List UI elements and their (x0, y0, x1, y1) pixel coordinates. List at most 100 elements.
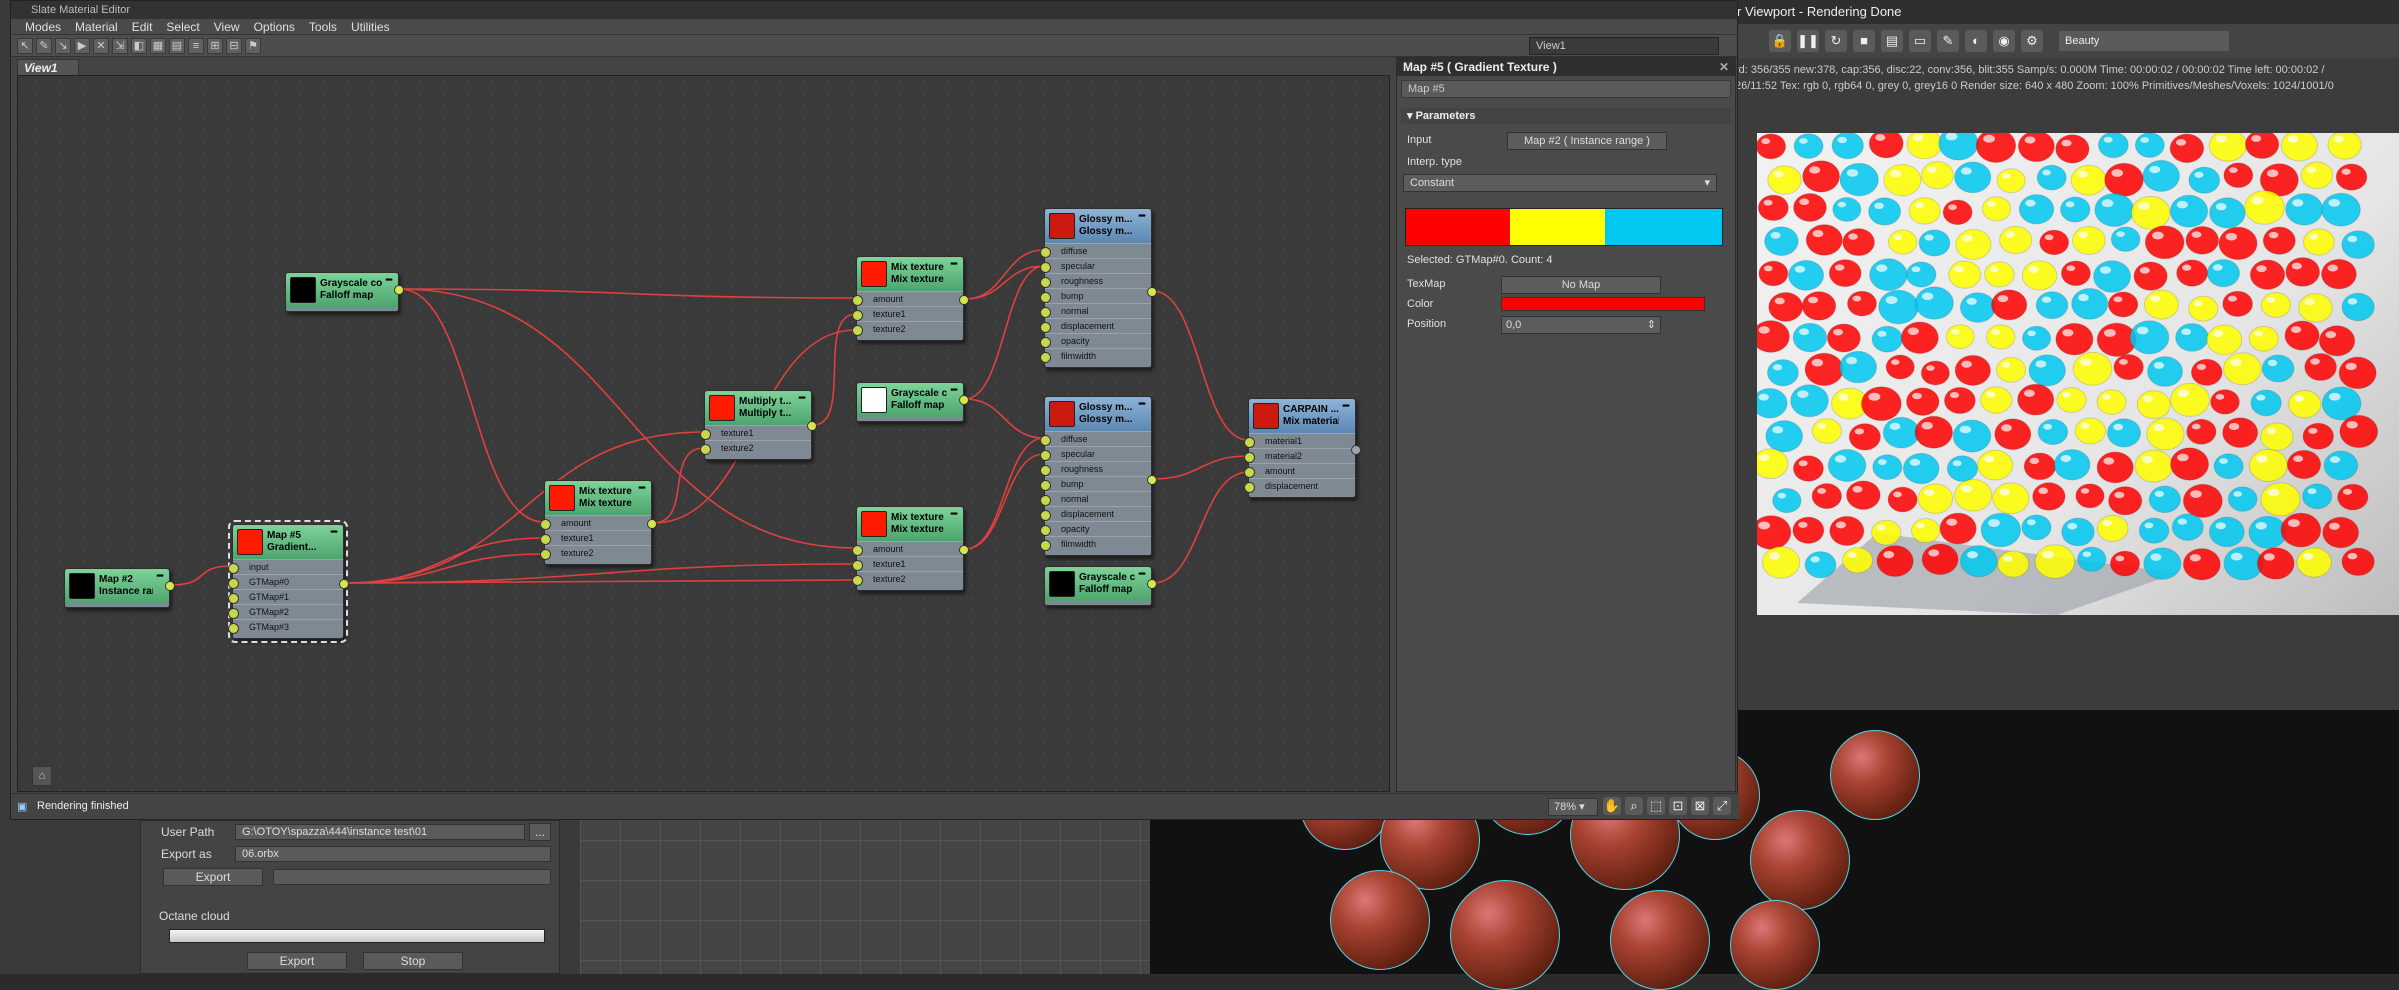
node-map5[interactable]: Map #5 Gradient... ━ input GTMap#0 GTMap#1 GTM… (228, 520, 349, 643)
minimize-icon[interactable]: ━ (157, 571, 163, 583)
pan-icon[interactable]: ✋ (1603, 797, 1621, 815)
node-slot-amount[interactable]: amount (852, 291, 963, 306)
hide-icon[interactable]: ◧ (131, 37, 147, 54)
zoom-region-icon[interactable]: ⬚ (1647, 797, 1665, 815)
minimize-icon[interactable]: ━ (951, 385, 957, 397)
material-map-navigator-icon[interactable]: ⊞ (207, 37, 223, 54)
user-path-field[interactable]: G:\OTOY\spazza\444\instance test\01 (235, 824, 525, 840)
node-slot-texture1[interactable]: texture1 (540, 530, 651, 545)
zoom-extents-icon[interactable]: ⊡ (1669, 797, 1687, 815)
node-falloff3[interactable]: Grayscale co...Falloff map ━ (1044, 566, 1157, 606)
menu-options[interactable]: Options (254, 19, 295, 34)
output-socket[interactable] (394, 285, 404, 295)
maximize-icon[interactable]: ⤢ (1713, 797, 1731, 815)
output-socket[interactable] (647, 519, 657, 529)
node-slot-amount[interactable]: amount (540, 515, 651, 530)
select-by-material-icon[interactable]: ⚑ (245, 37, 261, 54)
lock-icon[interactable]: 🔒 (1769, 30, 1791, 52)
cloud-stop-button[interactable]: Stop (363, 952, 463, 970)
zoom-selected-icon[interactable]: ⊠ (1691, 797, 1709, 815)
navigator-icon[interactable]: ⌂ (32, 766, 52, 786)
close-icon[interactable]: ✕ (1719, 58, 1729, 76)
render-pass-select[interactable]: Beauty (2059, 31, 2229, 51)
node-header[interactable]: Glossy m... Glossy m... ━ (1045, 209, 1151, 243)
region-icon[interactable]: ▭ (1909, 30, 1931, 52)
assign-icon[interactable]: ▶ (74, 37, 90, 54)
node-slot-displacement[interactable]: displacement (1040, 506, 1151, 521)
output-socket[interactable] (1351, 445, 1361, 455)
zoom-icon[interactable]: ⌕ (1625, 797, 1643, 815)
restart-icon[interactable]: ↻ (1825, 30, 1847, 52)
parameter-editor-icon[interactable]: ⊟ (226, 37, 242, 54)
node-header[interactable]: CARPAIN ... Mix material ━ (1249, 399, 1355, 433)
node-mix3[interactable]: Mix texture Mix texture ━ amount texture1 tex… (852, 506, 969, 591)
layout-icon[interactable]: ▤ (169, 37, 185, 54)
node-slot-bump[interactable]: bump (1040, 476, 1151, 491)
save-icon[interactable]: ▤ (1881, 30, 1903, 52)
output-socket[interactable] (959, 295, 969, 305)
node-carpain[interactable]: CARPAIN ... Mix material ━ material1 materia… (1244, 398, 1361, 498)
node-header[interactable]: Map #2Instance range ━ (65, 569, 169, 603)
node-slot-GTMap#2[interactable]: GTMap#2 (228, 604, 343, 619)
pick-icon[interactable]: ✎ (1937, 30, 1959, 52)
tab-view1[interactable]: View1 (17, 59, 79, 75)
output-socket[interactable] (1147, 475, 1157, 485)
node-slot-texture1[interactable]: texture1 (852, 556, 963, 571)
node-header[interactable]: Glossy m... Glossy m... ━ (1045, 397, 1151, 431)
texmap-button[interactable]: No Map (1501, 276, 1661, 294)
node-slot-filmwidth[interactable]: filmwidth (1040, 348, 1151, 363)
node-slot-texture2[interactable]: texture2 (852, 321, 963, 336)
settings-icon[interactable]: ⚙ (2021, 30, 2043, 52)
interp-type-select[interactable]: Constant ▾ (1403, 174, 1717, 192)
node-slot-displacement[interactable]: displacement (1040, 318, 1151, 333)
node-slot-bump[interactable]: bump (1040, 288, 1151, 303)
node-slot-specular[interactable]: specular (1040, 258, 1151, 273)
node-slot-GTMap#0[interactable]: GTMap#0 (228, 574, 343, 589)
menu-edit[interactable]: Edit (132, 19, 153, 34)
node-slot-texture1[interactable]: texture1 (700, 425, 811, 440)
node-header[interactable]: Mix texture Mix texture ━ (545, 481, 651, 515)
output-socket[interactable] (959, 545, 969, 555)
minimize-icon[interactable]: ━ (951, 259, 957, 271)
node-falloff1[interactable]: Grayscale co...Falloff map ━ (285, 272, 404, 312)
node-slot-normal[interactable]: normal (1040, 303, 1151, 318)
node-slot-GTMap#1[interactable]: GTMap#1 (228, 589, 343, 604)
node-slot-amount[interactable]: amount (1244, 463, 1355, 478)
select-tool-icon[interactable]: ↖ (17, 37, 33, 54)
view-selector[interactable]: View1 (1529, 37, 1719, 55)
node-slot-displacement[interactable]: displacement (1244, 478, 1355, 493)
node-glossy2[interactable]: Glossy m... Glossy m... ━ diffuse specular ro… (1040, 396, 1157, 556)
node-canvas[interactable]: Grayscale co...Falloff map━ Map #2Instanc… (17, 75, 1390, 792)
move-children-icon[interactable]: ⇲ (112, 37, 128, 54)
node-slot-texture1[interactable]: texture1 (852, 306, 963, 321)
pause-icon[interactable]: ❚❚ (1797, 30, 1819, 52)
stop-icon[interactable]: ■ (1853, 30, 1875, 52)
node-slot-amount[interactable]: amount (852, 541, 963, 556)
node-slot-diffuse[interactable]: diffuse (1040, 431, 1151, 446)
node-header[interactable]: Grayscale co...Falloff map ━ (857, 383, 963, 417)
node-slot-opacity[interactable]: opacity (1040, 333, 1151, 348)
output-socket[interactable] (807, 421, 817, 431)
pick-material-icon[interactable]: ✎ (36, 37, 52, 54)
minimize-icon[interactable]: ━ (386, 275, 392, 287)
menu-select[interactable]: Select (166, 19, 199, 34)
minimize-icon[interactable]: ━ (639, 483, 645, 495)
output-socket[interactable] (1147, 579, 1157, 589)
minimize-icon[interactable]: ━ (1139, 399, 1145, 411)
node-slot-texture2[interactable]: texture2 (540, 545, 651, 560)
menu-material[interactable]: Material (75, 19, 118, 34)
output-socket[interactable] (959, 395, 969, 405)
node-slot-normal[interactable]: normal (1040, 491, 1151, 506)
node-mix1[interactable]: Mix texture Mix texture ━ amount texture1 tex… (540, 480, 657, 565)
node-slot-filmwidth[interactable]: filmwidth (1040, 536, 1151, 551)
node-slot-diffuse[interactable]: diffuse (1040, 243, 1151, 258)
export-button[interactable]: Export (163, 868, 263, 886)
menu-view[interactable]: View (214, 19, 240, 34)
zoom-select[interactable]: 78% ▾ (1548, 798, 1598, 816)
cloud-export-button[interactable]: Export (247, 952, 347, 970)
output-socket[interactable] (165, 581, 175, 591)
render-image[interactable] (1757, 133, 2399, 615)
map-name-field[interactable]: Map #5 (1401, 80, 1731, 98)
node-header[interactable]: Multiply t... Multiply t... ━ (705, 391, 811, 425)
minimize-icon[interactable]: ━ (331, 527, 337, 539)
